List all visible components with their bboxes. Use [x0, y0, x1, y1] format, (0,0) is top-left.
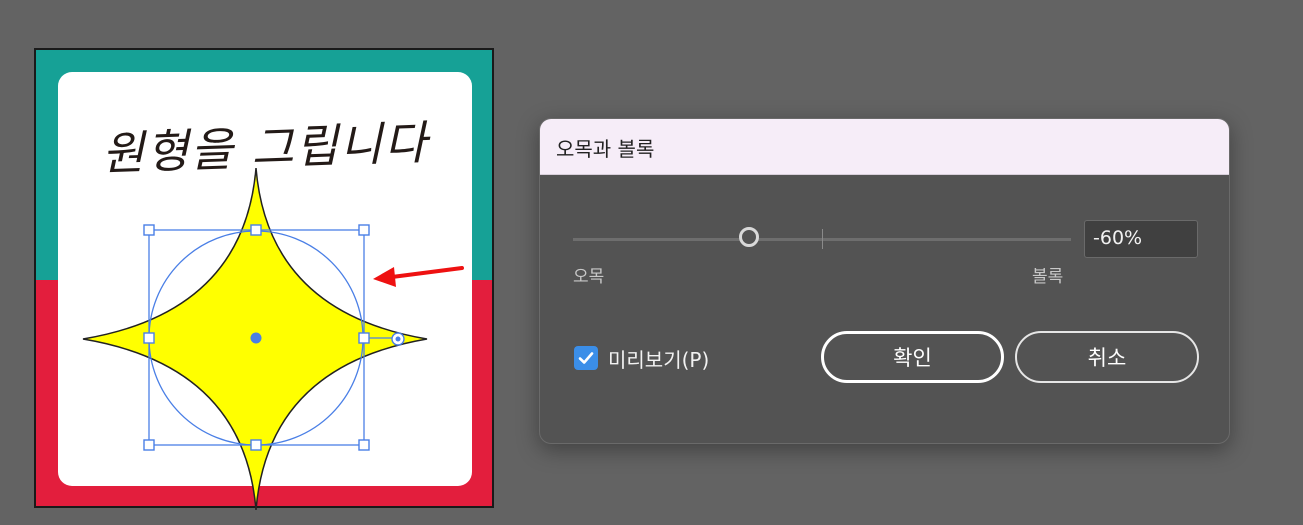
resize-handle-bottom-right[interactable] — [358, 439, 370, 451]
resize-handle-bottom[interactable] — [250, 439, 262, 451]
checkmark-icon — [578, 352, 594, 364]
value-input[interactable]: -60% — [1084, 220, 1198, 258]
resize-handle-top-left[interactable] — [143, 224, 155, 236]
pucker-bloat-dialog: 오목과 볼록 오목 볼록 -60% 미리보기(P) 확인 취소 — [539, 118, 1230, 444]
resize-handle-top[interactable] — [250, 224, 262, 236]
resize-handle-right[interactable] — [358, 332, 370, 344]
resize-handle-left[interactable] — [143, 332, 155, 344]
preview-checkbox[interactable] — [574, 346, 598, 370]
slider-label-pucker: 오목 — [573, 267, 605, 287]
preview-label[interactable]: 미리보기(P) — [608, 344, 709, 373]
ok-button[interactable]: 확인 — [821, 331, 1004, 383]
cancel-button[interactable]: 취소 — [1015, 331, 1199, 383]
slider-label-bloat: 볼록 — [1032, 267, 1064, 287]
dialog-title: 오목과 볼록 — [556, 137, 655, 161]
rotate-handle[interactable] — [391, 332, 405, 346]
slider-thumb[interactable] — [739, 227, 759, 247]
slider-center-tick — [822, 229, 823, 249]
resize-handle-bottom-left[interactable] — [143, 439, 155, 451]
resize-handle-top-right[interactable] — [358, 224, 370, 236]
dialog-titlebar[interactable]: 오목과 볼록 — [540, 119, 1229, 175]
